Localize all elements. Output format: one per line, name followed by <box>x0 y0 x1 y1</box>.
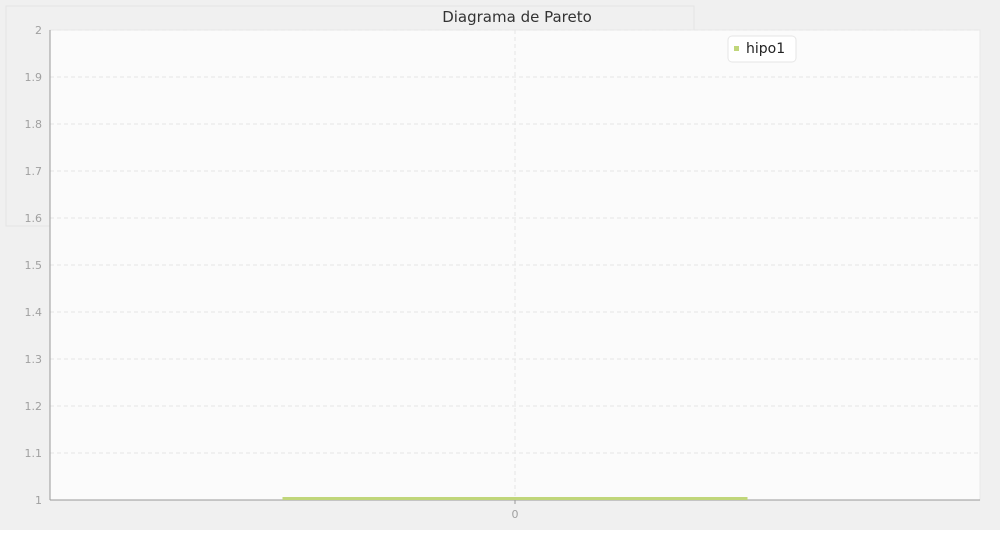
y-tick-label: 1.2 <box>25 400 43 413</box>
y-tick-label: 2 <box>35 24 42 37</box>
pareto-chart: 1 1.1 1.2 1.3 1.4 1.5 1.6 1.7 1.8 1.9 2 0 Diagrama… <box>0 0 1000 530</box>
x-tick-label: 0 <box>512 508 519 521</box>
bar-hipo1-0[interactable] <box>282 497 748 500</box>
legend-swatch-hipo1 <box>734 46 739 51</box>
legend-label-hipo1: hipo1 <box>746 41 785 57</box>
y-tick-label: 1.9 <box>25 71 43 84</box>
y-tick-label: 1.1 <box>25 447 43 460</box>
y-tick-label: 1.5 <box>25 259 43 272</box>
chart-title: Diagrama de Pareto <box>442 8 592 26</box>
y-tick-label: 1 <box>35 494 42 507</box>
chart-container: 1 1.1 1.2 1.3 1.4 1.5 1.6 1.7 1.8 1.9 2 0 Diagrama… <box>0 0 1000 530</box>
y-tick-label: 1.7 <box>25 165 43 178</box>
y-tick-label: 1.3 <box>25 353 43 366</box>
legend[interactable]: hipo1 <box>727 35 797 63</box>
series-marks <box>282 497 748 500</box>
y-tick-label: 1.6 <box>25 212 43 225</box>
y-tick-label: 1.4 <box>25 306 43 319</box>
y-tick-label: 1.8 <box>25 118 43 131</box>
